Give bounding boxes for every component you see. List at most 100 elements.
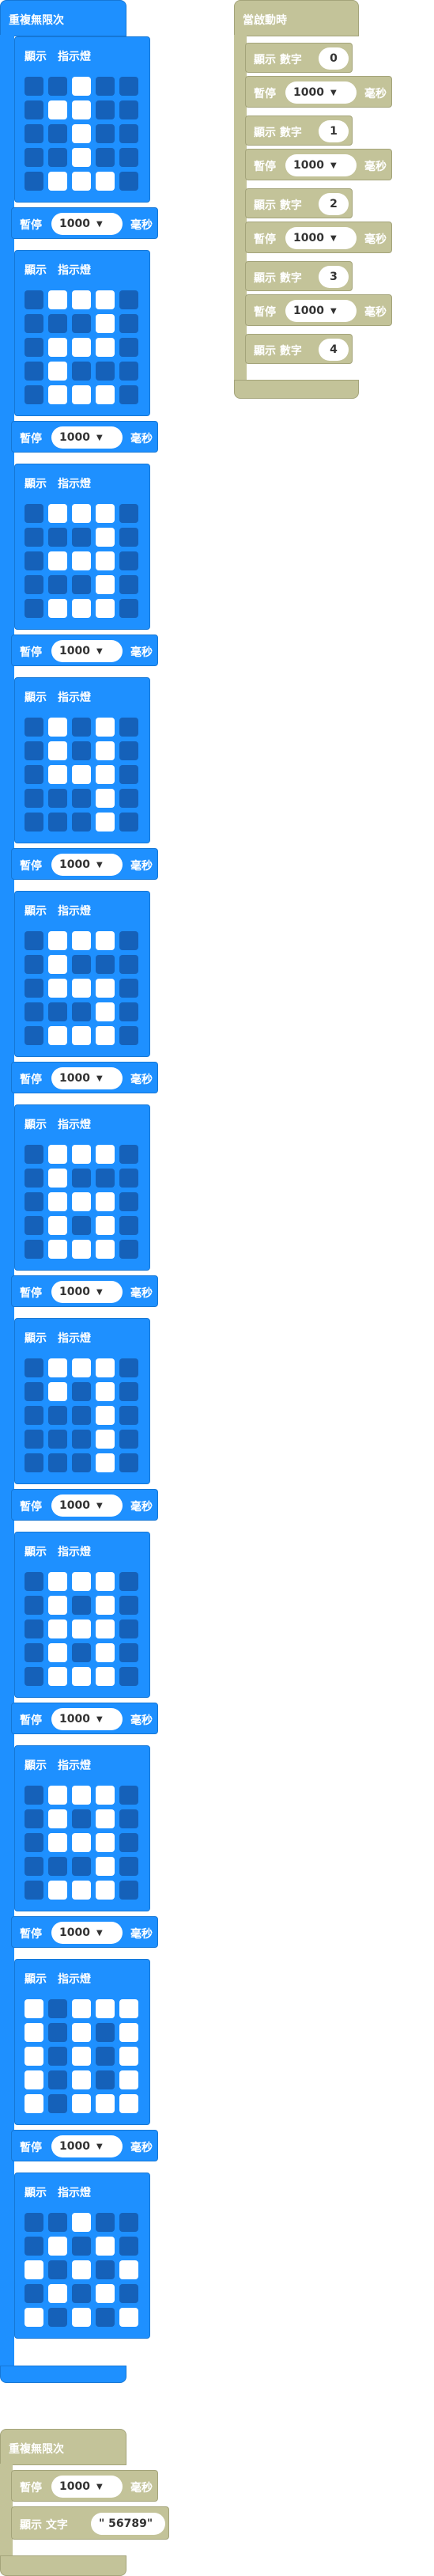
led-cell[interactable] [96, 551, 115, 570]
led-cell[interactable] [25, 314, 43, 333]
led-cell[interactable] [72, 77, 91, 96]
led-cell[interactable] [48, 765, 67, 784]
led-cell[interactable] [25, 1169, 43, 1188]
led-cell[interactable] [119, 1999, 138, 2018]
led-cell[interactable] [119, 2260, 138, 2279]
led-cell[interactable] [96, 1833, 115, 1852]
led-cell[interactable] [25, 362, 43, 381]
pause-block[interactable]: 暫停 1000 ▼ 毫秒 [11, 848, 158, 880]
led-cell[interactable] [48, 2284, 67, 2303]
pause-duration-dropdown[interactable]: 1000 ▼ [51, 1067, 123, 1089]
on-start-hat[interactable]: 當啟動時 [234, 0, 359, 36]
led-cell[interactable] [96, 504, 115, 523]
led-cell[interactable] [119, 1002, 138, 1021]
led-cell[interactable] [25, 77, 43, 96]
led-cell[interactable] [72, 362, 91, 381]
led-cell[interactable] [119, 148, 138, 167]
led-cell[interactable] [48, 1619, 67, 1638]
led-cell[interactable] [96, 789, 115, 808]
led-cell[interactable] [119, 765, 138, 784]
led-cell[interactable] [72, 1169, 91, 1188]
led-cell[interactable] [119, 2284, 138, 2303]
led-cell[interactable] [48, 2070, 67, 2089]
led-cell[interactable] [48, 1643, 67, 1662]
led-cell[interactable] [96, 718, 115, 737]
led-cell[interactable] [119, 931, 138, 950]
led-cell[interactable] [72, 955, 91, 974]
led-cell[interactable] [72, 2070, 91, 2089]
led-cell[interactable] [48, 2023, 67, 2042]
led-cell[interactable] [48, 1596, 67, 1615]
led-cell[interactable] [96, 1643, 115, 1662]
led-cell[interactable] [96, 1240, 115, 1259]
led-cell[interactable] [48, 1430, 67, 1449]
led-cell[interactable] [48, 813, 67, 832]
led-cell[interactable] [48, 1026, 67, 1045]
led-cell[interactable] [48, 1169, 67, 1188]
led-cell[interactable] [72, 314, 91, 333]
led-cell[interactable] [25, 1406, 43, 1425]
led-cell[interactable] [119, 1169, 138, 1188]
led-cell[interactable] [96, 765, 115, 784]
led-cell[interactable] [96, 1216, 115, 1235]
led-cell[interactable] [119, 2237, 138, 2256]
led-cell[interactable] [72, 741, 91, 760]
led-cell[interactable] [119, 1881, 138, 1900]
led-cell[interactable] [96, 1596, 115, 1615]
pause-duration-dropdown[interactable]: 1000 ▼ [51, 854, 123, 876]
led-cell[interactable] [119, 1240, 138, 1259]
show-leds-block[interactable]: 顯示 指示燈 [14, 1959, 150, 2125]
led-cell[interactable] [119, 1453, 138, 1472]
led-cell[interactable] [72, 2023, 91, 2042]
led-cell[interactable] [48, 1453, 67, 1472]
show-leds-block[interactable]: 顯示 指示燈 [14, 250, 150, 416]
led-cell[interactable] [96, 314, 115, 333]
led-cell[interactable] [48, 2260, 67, 2279]
led-cell[interactable] [25, 2213, 43, 2232]
led-cell[interactable] [72, 1430, 91, 1449]
led-cell[interactable] [119, 2070, 138, 2089]
led-cell[interactable] [48, 1192, 67, 1211]
led-cell[interactable] [72, 1192, 91, 1211]
led-cell[interactable] [25, 148, 43, 167]
led-cell[interactable] [25, 124, 43, 143]
led-cell[interactable] [72, 1572, 91, 1591]
led-cell[interactable] [119, 1358, 138, 1377]
led-cell[interactable] [25, 100, 43, 119]
led-cell[interactable] [25, 2308, 43, 2327]
pause-block[interactable]: 暫停 1000 ▼ 毫秒 [11, 207, 158, 239]
led-cell[interactable] [96, 1169, 115, 1188]
led-cell[interactable] [96, 528, 115, 547]
led-cell[interactable] [48, 504, 67, 523]
led-cell[interactable] [119, 599, 138, 618]
led-cell[interactable] [96, 338, 115, 357]
led-cell[interactable] [119, 504, 138, 523]
led-cell[interactable] [96, 979, 115, 998]
led-cell[interactable] [119, 1145, 138, 1164]
led-cell[interactable] [72, 124, 91, 143]
led-cell[interactable] [25, 290, 43, 309]
led-cell[interactable] [72, 385, 91, 404]
led-cell[interactable] [72, 789, 91, 808]
led-cell[interactable] [25, 1002, 43, 1021]
led-cell[interactable] [25, 338, 43, 357]
led-cell[interactable] [119, 575, 138, 594]
pause-block[interactable]: 暫停 1000 ▼ 毫秒 [245, 294, 392, 326]
led-cell[interactable] [48, 1145, 67, 1164]
led-cell[interactable] [48, 172, 67, 191]
led-cell[interactable] [119, 362, 138, 381]
led-cell[interactable] [48, 1240, 67, 1259]
led-cell[interactable] [72, 575, 91, 594]
pause-duration-dropdown[interactable]: 1000 ▼ [51, 1494, 123, 1517]
led-cell[interactable] [48, 1358, 67, 1377]
pause-duration-dropdown[interactable]: 1000 ▼ [285, 300, 357, 322]
show-number-block[interactable]: 顯示 數字 1 [245, 116, 353, 146]
led-cell[interactable] [72, 2284, 91, 2303]
led-cell[interactable] [119, 1596, 138, 1615]
pause-duration-dropdown[interactable]: 1000 ▼ [285, 227, 357, 249]
led-cell[interactable] [72, 1619, 91, 1638]
led-cell[interactable] [48, 1809, 67, 1828]
show-leds-block[interactable]: 顯示 指示燈 [14, 1532, 150, 1698]
show-number-block[interactable]: 顯示 數字 4 [245, 334, 353, 364]
show-number-block[interactable]: 顯示 數字 3 [245, 261, 353, 291]
